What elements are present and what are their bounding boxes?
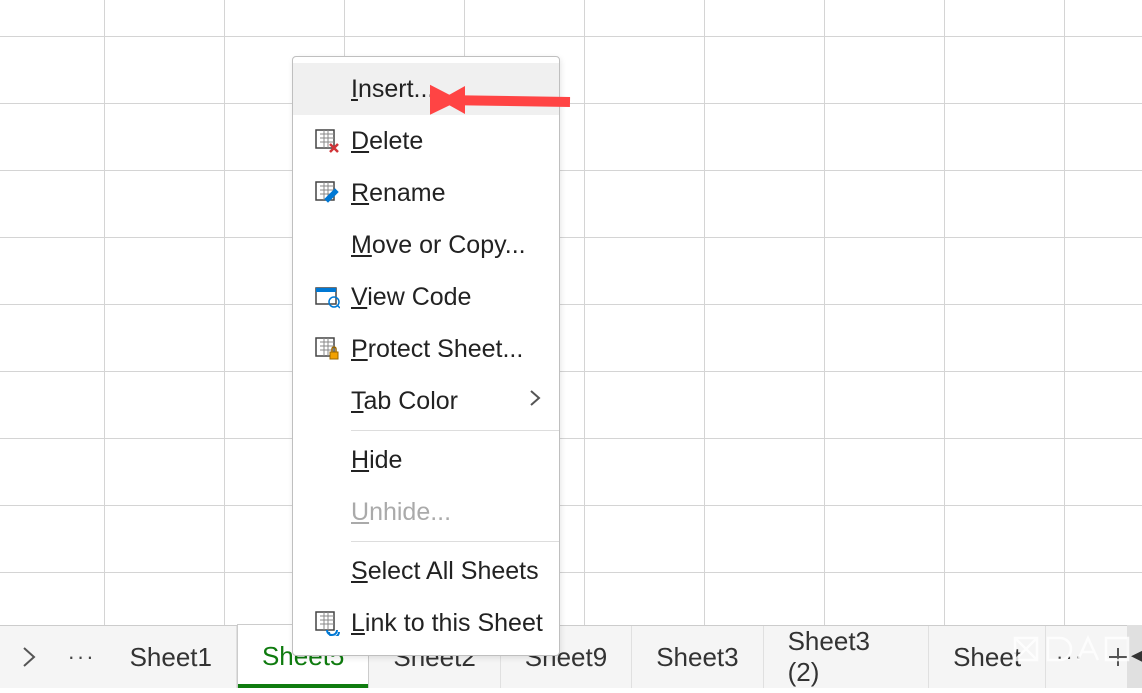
menu-item-delete[interactable]: Delete: [293, 115, 559, 167]
menu-label: Move or Copy...: [351, 231, 549, 260]
menu-item-hide[interactable]: Hide: [293, 434, 559, 486]
chevron-right-icon: [22, 646, 36, 668]
menu-label: Rename: [351, 179, 549, 208]
menu-label: Unhide...: [351, 498, 549, 527]
menu-separator: [351, 430, 559, 431]
scroll-right-button[interactable]: [0, 626, 58, 688]
menu-label: Delete: [351, 127, 549, 156]
menu-separator: [351, 541, 559, 542]
spreadsheet-grid[interactable]: [0, 0, 1142, 625]
protect-icon: [303, 336, 351, 362]
more-tabs-left-button[interactable]: ···: [58, 626, 106, 688]
menu-item-select-all[interactable]: Select All Sheets: [293, 545, 559, 597]
link-icon: [303, 610, 351, 636]
menu-label: Hide: [351, 446, 549, 475]
menu-label: Protect Sheet...: [351, 335, 549, 364]
menu-label: Insert...: [351, 75, 549, 104]
sheet-tab-sheet1[interactable]: Sheet1: [106, 626, 237, 688]
menu-label: Tab Color: [351, 387, 529, 416]
delete-icon: [303, 128, 351, 154]
sheet-context-menu: Insert... Delete Rename Move or Copy... …: [292, 56, 560, 656]
menu-item-tab-color[interactable]: Tab Color: [293, 375, 559, 427]
submenu-arrow-icon: [529, 389, 549, 413]
menu-item-protect-sheet[interactable]: Protect Sheet...: [293, 323, 559, 375]
menu-label: Link to this Sheet: [351, 609, 549, 638]
menu-item-unhide: Unhide...: [293, 486, 559, 538]
menu-item-insert[interactable]: Insert...: [293, 63, 559, 115]
rename-icon: [303, 180, 351, 206]
sheet-tab-sheet3[interactable]: Sheet3: [632, 626, 763, 688]
menu-item-move-copy[interactable]: Move or Copy...: [293, 219, 559, 271]
menu-label: View Code: [351, 283, 549, 312]
menu-item-link-sheet[interactable]: Link to this Sheet: [293, 597, 559, 649]
menu-label: Select All Sheets: [351, 557, 549, 586]
xda-watermark-icon: [1010, 632, 1140, 668]
menu-item-rename[interactable]: Rename: [293, 167, 559, 219]
menu-item-view-code[interactable]: View Code: [293, 271, 559, 323]
view-code-icon: [303, 284, 351, 310]
sheet-tab-bar: ··· Sheet1 Sheet5 Sheet2 Sheet9 Sheet3 S…: [0, 625, 1142, 688]
sheet-tab-sheet3-2[interactable]: Sheet3 (2): [764, 626, 930, 688]
